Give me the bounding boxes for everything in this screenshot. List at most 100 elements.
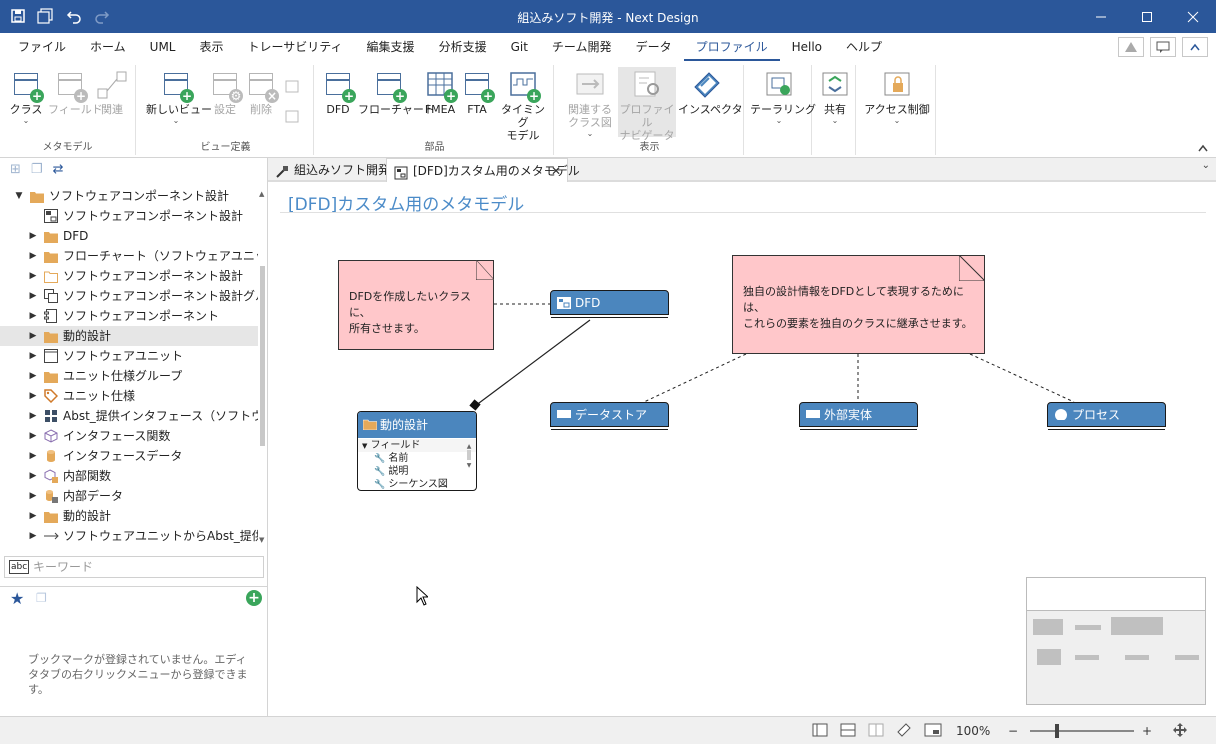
tree-item[interactable]: ▶ 内部関数 xyxy=(0,466,258,486)
tree-item[interactable]: ▶ ソフトウェアユニット xyxy=(0,346,258,366)
tab-dfd-metamodel[interactable]: [DFD]カスタム用のメタモデル ✕ xyxy=(386,158,580,183)
expand-chevron-icon[interactable]: ▶ xyxy=(28,246,38,266)
tree-item[interactable]: ▶ 動的設計 xyxy=(0,326,258,346)
expand-chevron-icon[interactable]: ▶ xyxy=(28,326,38,346)
copy-tree-icon[interactable]: ❐ xyxy=(31,162,43,180)
ribbon-minimize-icon[interactable] xyxy=(1198,144,1208,155)
tree-item[interactable]: ▶ ソフトウェアコンポーネント設計 xyxy=(0,266,258,286)
tree-item[interactable]: ▼ ソフトウェアコンポーネント設計 xyxy=(0,186,258,206)
menu-tab[interactable]: データ xyxy=(624,33,684,61)
tab-list-chevron-icon[interactable]: ⌄ xyxy=(1202,160,1210,171)
tree-item[interactable]: ▶ 内部データ xyxy=(0,486,258,506)
feedback-icon[interactable] xyxy=(1150,37,1176,57)
layout-vertical-icon[interactable] xyxy=(868,722,884,740)
star-icon[interactable]: ★ xyxy=(10,589,24,608)
expand-chevron-icon[interactable]: ▶ xyxy=(28,346,38,366)
minimap[interactable] xyxy=(1026,577,1206,705)
maximize-icon[interactable] xyxy=(1124,0,1170,33)
class-header[interactable]: 動的設計 xyxy=(358,412,476,438)
menu-tab[interactable]: 分析支援 xyxy=(427,33,499,61)
note-dfd[interactable]: DFDを作成したいクラスに、 所有させます。 xyxy=(338,260,494,350)
view-delete-button[interactable]: × 削除 xyxy=(244,67,279,116)
profile-navigator-button[interactable]: プロファイル ナビゲータ xyxy=(618,67,676,142)
tab-project[interactable]: 組込みソフト開発 xyxy=(268,158,390,182)
fit-to-window-icon[interactable] xyxy=(1172,722,1188,740)
dfd-button[interactable]: + DFD xyxy=(320,67,356,116)
expand-chevron-icon[interactable]: ▶ xyxy=(28,426,38,446)
collapse-chevron-icon[interactable]: ▼ xyxy=(14,186,24,206)
note-link-process[interactable] xyxy=(969,353,1075,403)
bookmark-list-icon[interactable]: ❐ xyxy=(36,591,47,605)
scroll-down-icon[interactable]: ▼ xyxy=(259,536,264,544)
sync-icon[interactable]: ⇄ xyxy=(53,162,64,180)
zoom-slider-knob[interactable] xyxy=(1055,724,1059,738)
fta-button[interactable]: + FTA xyxy=(460,67,495,116)
ribbon-collapse-icon[interactable] xyxy=(1182,37,1208,57)
class-button[interactable]: + クラス ⌄ xyxy=(6,67,46,126)
field-row[interactable]: 🔧 シーケンス図 xyxy=(358,478,476,490)
field-scrollbar[interactable]: ▲ ▼ xyxy=(466,443,472,483)
class-dfd[interactable]: DFD xyxy=(550,290,669,318)
fit-page-icon[interactable] xyxy=(924,722,942,740)
class-datastore[interactable]: データストア xyxy=(550,402,669,430)
tree-item[interactable]: ▶ ユニット仕様グループ xyxy=(0,366,258,386)
expand-chevron-icon[interactable]: ▶ xyxy=(28,366,38,386)
menu-tab[interactable]: チーム開発 xyxy=(540,33,624,61)
tree-scrollbar[interactable]: ▲ ▼ xyxy=(258,186,267,546)
tree-item[interactable]: ソフトウェアコンポーネント設計 xyxy=(0,206,258,226)
access-control-button[interactable]: アクセス制御 ⌄ xyxy=(862,67,932,126)
field-row[interactable]: 🔧 名前 xyxy=(358,452,476,465)
field-section-header[interactable]: ▼ フィールド xyxy=(358,439,476,452)
menu-tab[interactable]: 編集支援 xyxy=(355,33,427,61)
expand-chevron-icon[interactable]: ▶ xyxy=(28,266,38,286)
view-copy-icon[interactable] xyxy=(284,79,304,97)
minimap-viewport[interactable] xyxy=(1027,610,1205,704)
share-button[interactable]: 共有 ⌄ xyxy=(818,67,852,126)
expand-chevron-icon[interactable]: ▶ xyxy=(28,446,38,466)
view-paste-icon[interactable] xyxy=(284,109,304,127)
menu-tab[interactable]: Git xyxy=(499,33,540,61)
tree-item[interactable]: ▶ インタフェースデータ xyxy=(0,446,258,466)
tree-item[interactable]: ▶ インタフェース関数 xyxy=(0,426,258,446)
menu-tab[interactable]: ヘルプ xyxy=(834,33,894,61)
field-button[interactable]: + フィールド xyxy=(48,67,103,116)
view-settings-button[interactable]: ⚙ 設定 xyxy=(208,67,243,116)
expand-chevron-icon[interactable]: ▶ xyxy=(28,286,38,306)
tree-item[interactable]: ▶ フローチャート（ソフトウェアユニット設計） xyxy=(0,246,258,266)
tree-item[interactable]: ▶ ソフトウェアコンポーネント xyxy=(0,306,258,326)
account-icon[interactable] xyxy=(1118,37,1144,57)
expand-chevron-icon[interactable]: ▶ xyxy=(28,226,38,246)
tree-item[interactable]: ▶ ユニット仕様 xyxy=(0,386,258,406)
flowchart-button[interactable]: + フローチャート xyxy=(358,67,435,116)
association-button[interactable]: 関連 xyxy=(94,67,130,116)
note-inheritance[interactable]: 独自の設計情報をDFDとして表現するためには、 これらの要素を独自のクラスに継承… xyxy=(732,255,985,354)
field-row[interactable]: 🔧 説明 xyxy=(358,465,476,478)
class-dynamic-design[interactable]: 動的設計 ▼ フィールド 🔧 名前 🔧 説明 🔧 シーケンス図 ▲ ▼ xyxy=(357,411,477,491)
tree-item[interactable]: ▶ ソフトウェアユニットからAbst_提供インタ xyxy=(0,526,258,546)
close-icon[interactable] xyxy=(1170,0,1216,33)
menu-tab[interactable]: Hello xyxy=(780,33,834,61)
note-link-datastore[interactable] xyxy=(643,353,747,403)
layout-horizontal-icon[interactable] xyxy=(840,722,856,740)
fmea-button[interactable]: + FMEA xyxy=(422,67,458,116)
layout-single-icon[interactable] xyxy=(812,722,828,740)
inspector-toggle-icon[interactable] xyxy=(896,722,912,740)
tree-item[interactable]: ▶ 動的設計 xyxy=(0,506,258,526)
timing-model-button[interactable]: + タイミング モデル xyxy=(498,67,548,142)
add-bookmark-icon[interactable]: + xyxy=(246,590,262,606)
expand-chevron-icon[interactable]: ▶ xyxy=(28,466,38,486)
zoom-out-button[interactable]: − xyxy=(1008,722,1018,740)
tree-scroll-thumb[interactable] xyxy=(260,266,265,446)
expand-chevron-icon[interactable]: ▶ xyxy=(28,406,38,426)
zoom-slider[interactable] xyxy=(1030,724,1134,738)
class-process[interactable]: プロセス xyxy=(1047,402,1166,430)
expand-chevron-icon[interactable]: ▶ xyxy=(28,486,38,506)
hierarchy-icon[interactable]: ⊞ xyxy=(10,162,21,180)
menu-tab[interactable]: 表示 xyxy=(187,33,235,61)
scroll-up-icon[interactable]: ▲ xyxy=(259,190,264,198)
diagram-canvas[interactable]: [DFD]カスタム用のメタモデル DFDを作成したいクラスに、 所有させます。 … xyxy=(268,184,1216,716)
related-class-diagram-button[interactable]: 関連する クラス図 ⌄ xyxy=(562,67,618,139)
tab-close-icon[interactable]: ✕ xyxy=(551,159,561,183)
expand-chevron-icon[interactable]: ▶ xyxy=(28,506,38,526)
menu-tab[interactable]: ファイル xyxy=(6,33,78,61)
